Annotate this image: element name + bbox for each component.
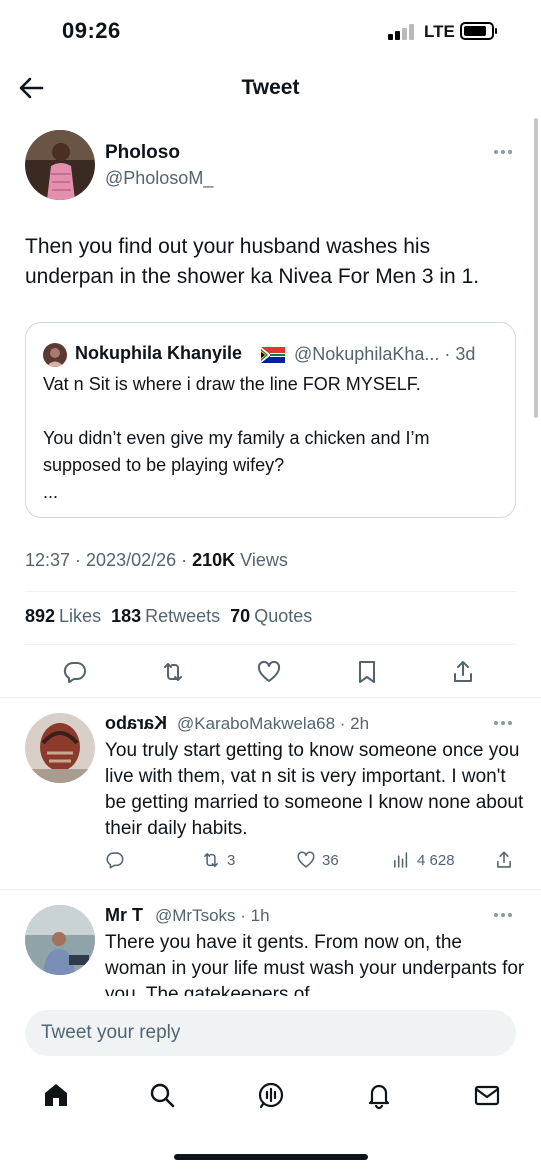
battery-icon [460,22,497,40]
more-options-icon[interactable] [494,718,518,728]
home-icon [45,1084,67,1106]
tab-notifications[interactable] [364,1080,394,1110]
share-icon [454,661,472,682]
reply-author-name[interactable]: Mr T [105,905,143,926]
analytics-icon [394,852,408,868]
author-avatar[interactable] [25,130,95,200]
divider [0,697,541,698]
notifications-icon [368,1084,390,1110]
likes-label[interactable]: Likes [59,606,101,626]
divider [0,889,541,890]
composer-backdrop [0,996,541,1004]
bookmark-button[interactable] [354,659,380,685]
more-options-icon[interactable] [494,910,518,920]
retweets-count[interactable]: 183 [111,606,141,626]
messages-icon [474,1085,500,1106]
reply-button[interactable] [62,659,88,685]
reply-handle-time: @MrTsoks · 1h [155,906,270,925]
bookmark-icon [359,661,375,683]
quoted-text: Vat n Sit is where i draw the line FOR M… [43,374,430,502]
more-options-icon[interactable] [494,147,518,157]
reply-text: You truly start getting to know someone … [105,740,524,839]
reply-author-name[interactable]: Karabo [105,713,167,734]
reply-placeholder: Tweet your reply [41,1022,181,1043]
reply-like-count: 36 [322,851,339,869]
engagement-stats: 892 Likes 183 Retweets 70 Quotes [25,606,312,627]
author-handle[interactable]: @PholosoM_ [105,168,213,189]
nav-bar: Tweet [0,62,541,114]
reply-avatar[interactable] [25,713,95,783]
network-label: LTE [424,22,455,41]
scrollbar[interactable] [534,118,538,418]
reply-comment-button[interactable] [105,850,125,870]
quoted-author-avatar [43,343,67,367]
likes-count[interactable]: 892 [25,606,55,626]
quoted-tweet[interactable]: Nokuphila Khanyile @NokuphilaKha... · 3d… [25,322,516,518]
reply-retweet-count: 3 [227,851,236,869]
status-time: 09:26 [62,18,121,43]
reply-view-count: 4 628 [417,851,455,869]
share-button[interactable] [450,659,476,685]
page-title: Tweet [241,76,300,99]
search-icon [150,1083,175,1108]
tab-search[interactable] [147,1080,177,1110]
reply-views-button[interactable]: 4 628 [391,850,455,870]
timestamp: 12:37 · 2023/02/26 · [25,550,193,570]
comment-icon [106,852,124,869]
retweet-icon [164,663,182,681]
reply-handle-time: @KaraboMakwela68 · 2h [177,714,370,733]
heart-icon [297,851,315,868]
reply-input[interactable]: Tweet your reply [25,1010,516,1056]
status-bar: 09:26 LTE [0,0,541,62]
reply-like-button[interactable]: 36 [296,850,339,870]
like-button[interactable] [256,659,282,685]
share-icon [497,851,511,868]
heart-icon [257,660,281,682]
reply-text: There you have it gents. From now on, th… [105,932,525,996]
tab-spaces[interactable] [256,1080,286,1110]
reply-retweet-button[interactable]: 3 [201,850,235,870]
south-africa-flag-icon [261,347,285,363]
views-count[interactable]: 210K [192,550,235,570]
tweet-timestamp: 12:37 · 2023/02/26 · 210K Views [25,550,288,571]
divider [25,591,516,592]
reply-share-button[interactable] [494,850,514,870]
reply-avatar[interactable] [25,905,95,975]
author-name[interactable]: Pholoso [105,142,180,164]
tab-home[interactable] [41,1080,71,1110]
retweets-label[interactable]: Retweets [145,606,220,626]
comment-icon [63,661,86,683]
divider [25,644,516,645]
quoted-author-name: Nokuphila Khanyile [75,343,243,363]
retweet-icon [204,853,218,867]
home-indicator[interactable] [174,1154,368,1160]
quotes-count[interactable]: 70 [230,606,250,626]
signal-icon [388,24,418,40]
views-label: Views [235,550,288,570]
quoted-handle-time: @NokuphilaKha... · 3d [294,344,476,364]
spaces-icon [258,1082,284,1109]
tweet-text: Then you find out your husband washes hi… [25,235,480,288]
retweet-button[interactable] [160,659,186,685]
tab-messages[interactable] [472,1080,502,1110]
quotes-label[interactable]: Quotes [254,606,312,626]
